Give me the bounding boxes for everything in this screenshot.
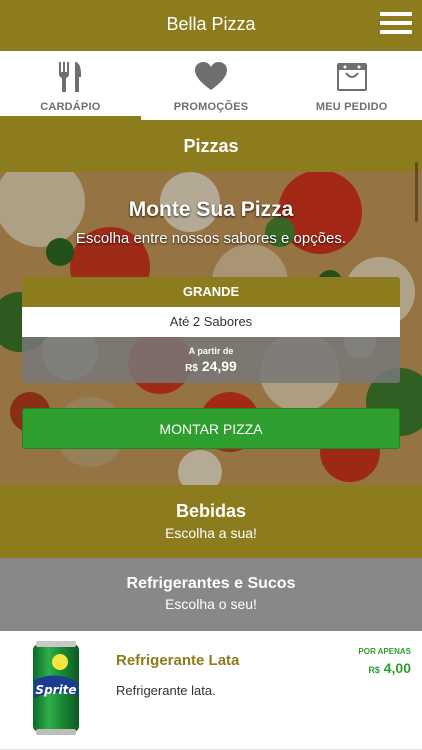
tab-label: PROMOÇÕES bbox=[173, 101, 249, 113]
currency-symbol: R$ bbox=[185, 363, 198, 374]
pizzas-section-header: Pizzas bbox=[0, 120, 422, 172]
section-subtitle: Escolha a sua! bbox=[165, 525, 257, 541]
can-logo-text: Sprite bbox=[35, 683, 76, 697]
bebidas-section-header: Bebidas Escolha a sua! bbox=[0, 485, 422, 558]
build-pizza-button[interactable]: MONTAR PIZZA bbox=[22, 408, 400, 449]
tab-label: MEU PEDIDO bbox=[315, 101, 388, 113]
app-screen: Bella Pizza CARDÁPIO PROMOÇÕES MEU PEDID… bbox=[0, 0, 422, 750]
scrollbar-thumb[interactable] bbox=[415, 162, 418, 222]
fork-knife-icon bbox=[59, 62, 82, 92]
subcategory-refrigerantes[interactable]: Refrigerantes e Sucos Escolha o seu! bbox=[0, 558, 422, 631]
price-value: 4,00 bbox=[383, 660, 411, 676]
product-description: Refrigerante lata. bbox=[116, 683, 216, 698]
size-flavors: Até 2 Sabores bbox=[22, 307, 400, 337]
shopping-bag-icon bbox=[336, 63, 367, 91]
size-price-box: A partir de R$ 24,99 bbox=[22, 337, 400, 383]
currency-symbol: R$ bbox=[368, 665, 380, 675]
subcategory-title: Refrigerantes e Sucos bbox=[126, 575, 296, 592]
product-name: Refrigerante Lata bbox=[116, 652, 240, 669]
app-header: Bella Pizza bbox=[0, 0, 422, 51]
pizza-size-card[interactable]: GRANDE Até 2 Sabores A partir de R$ 24,9… bbox=[22, 277, 400, 383]
section-title: Bebidas bbox=[175, 501, 247, 521]
tab-meu-pedido[interactable]: MEU PEDIDO bbox=[281, 51, 422, 120]
hero-subtitle: Escolha entre nossos sabores e opções. bbox=[75, 230, 347, 247]
product-price: R$ 4,00 bbox=[368, 660, 411, 676]
product-item[interactable]: Sprite Refrigerante Lata Refrigerante la… bbox=[0, 631, 422, 750]
price-value: 24,99 bbox=[201, 358, 237, 374]
pizza-hero: Monte Sua Pizza Escolha entre nossos sab… bbox=[0, 172, 422, 485]
subcategory-subtitle: Escolha o seu! bbox=[165, 596, 257, 612]
tab-cardapio[interactable]: CARDÁPIO bbox=[0, 51, 141, 120]
size-price: R$ 24,99 bbox=[22, 358, 400, 374]
app-title: Bella Pizza bbox=[166, 14, 256, 34]
tab-label: CARDÁPIO bbox=[40, 101, 101, 113]
section-title: Pizzas bbox=[183, 136, 239, 156]
tab-promocoes[interactable]: PROMOÇÕES bbox=[141, 51, 282, 120]
soda-can-image: Sprite bbox=[33, 641, 79, 735]
tab-bar: CARDÁPIO PROMOÇÕES MEU PEDIDO bbox=[0, 51, 422, 120]
hero-title: Monte Sua Pizza bbox=[128, 198, 294, 221]
hamburger-menu-icon[interactable] bbox=[380, 12, 412, 38]
price-from-label: A partir de bbox=[188, 346, 234, 356]
heart-icon bbox=[195, 62, 227, 90]
size-name: GRANDE bbox=[22, 277, 400, 307]
product-price-label: POR APENAS bbox=[358, 647, 411, 656]
